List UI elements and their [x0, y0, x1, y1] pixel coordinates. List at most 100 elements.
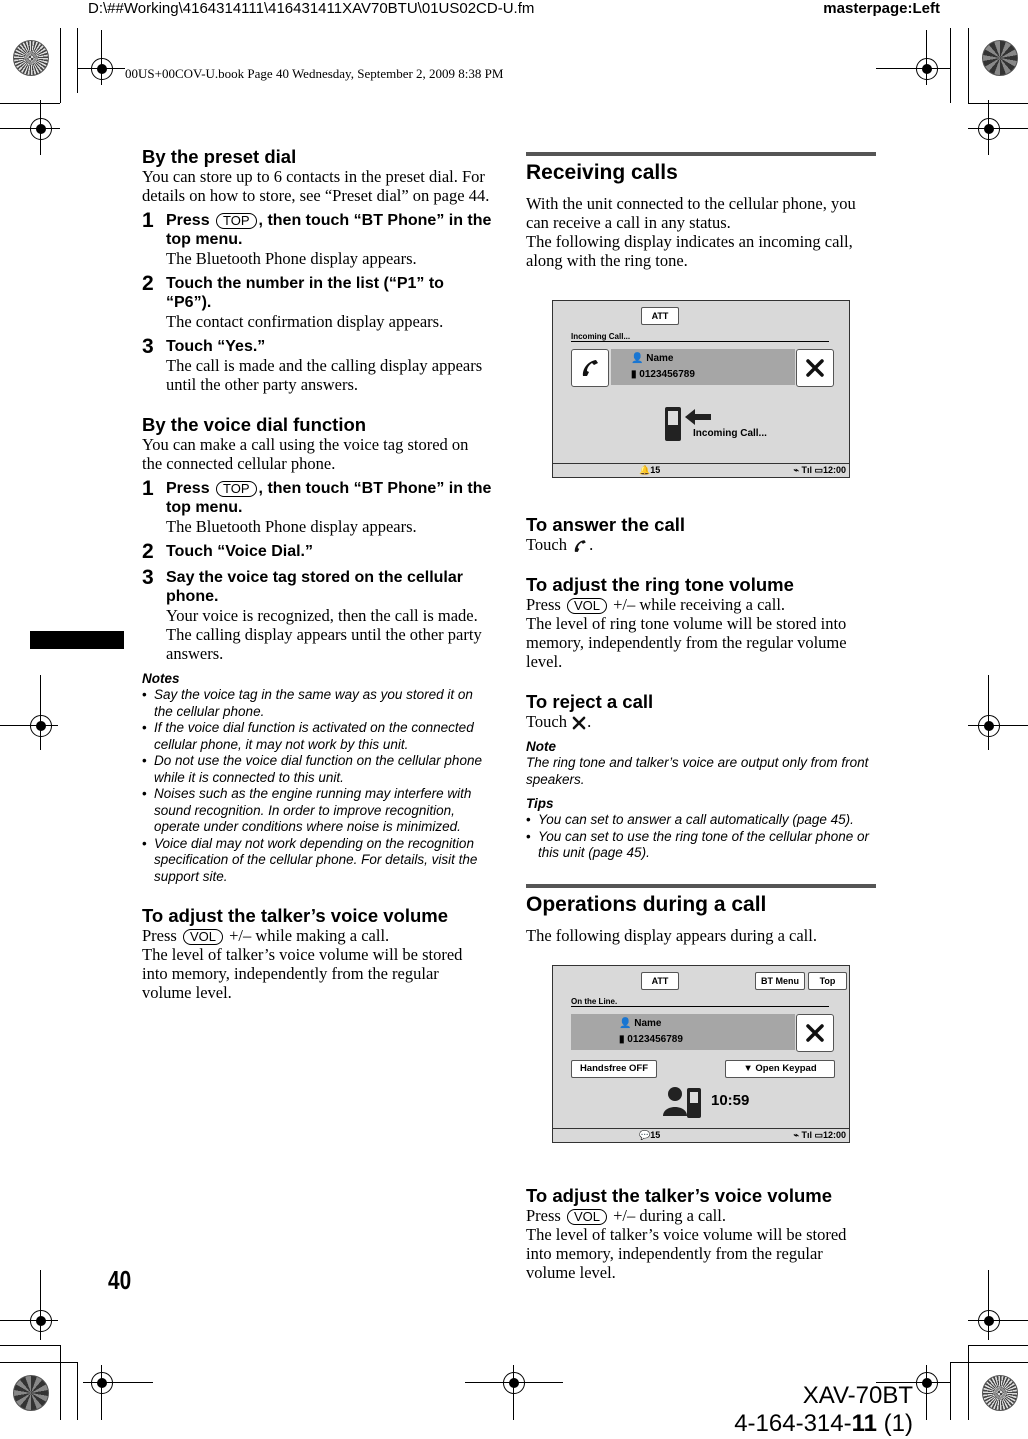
- ring-volume-heading: To adjust the ring tone volume: [526, 574, 794, 596]
- phone-reject-icon: [806, 1024, 824, 1042]
- note-item: Say the voice tag in the same way as you…: [142, 687, 492, 720]
- reject-call-heading: To reject a call: [526, 691, 654, 713]
- part-number: 4-164-314-11 (1): [734, 1410, 913, 1437]
- reject-call-button[interactable]: [796, 349, 834, 387]
- masterpage-label: masterpage:Left: [823, 0, 940, 17]
- screen-status: On the Line.: [571, 996, 618, 1006]
- incoming-call-screen: ATT Incoming Call... 👤 Name ▮ 0123456789…: [552, 300, 850, 478]
- person-icon: 👤: [631, 353, 644, 364]
- section-rule: [526, 883, 876, 888]
- registration-mark-icon: [30, 715, 52, 737]
- step-number: 2: [142, 272, 154, 295]
- tip-item: You can set to use the ring tone of the …: [526, 829, 876, 862]
- end-call-button[interactable]: [796, 1013, 834, 1052]
- preset-dial-heading: By the preset dial: [142, 146, 297, 167]
- file-path: D:\##Working\4164314111\416431411XAV70BT…: [88, 0, 535, 17]
- step-text: , then touch “BT Phone” in the top menu.: [166, 480, 492, 516]
- talker-volume-desc: The level of talker’s voice volume will …: [526, 1224, 847, 1282]
- operations-intro: The following display appears during a c…: [526, 925, 817, 945]
- incoming-call-label: Incoming Call...: [693, 428, 767, 439]
- registration-mark-icon: [503, 1372, 525, 1394]
- top-key: TOP: [216, 481, 257, 497]
- talker-volume-press: Press VOL +/– while making a call.: [142, 926, 492, 945]
- registration-mark-icon: [916, 58, 938, 80]
- registration-mark-icon: [978, 1310, 1000, 1332]
- caller-info: 👤 Name ▮ 0123456789: [611, 349, 795, 385]
- step-title: Touch “Voice Dial.”: [166, 543, 313, 560]
- notes-heading: Notes: [142, 671, 180, 686]
- registration-mark-icon: [916, 1372, 938, 1394]
- screen-status: Incoming Call...: [571, 332, 631, 341]
- caller-info: 👤 Name ▮ 0123456789: [571, 1013, 795, 1050]
- talker-volume-heading: To adjust the talker’s voice volume: [526, 1184, 833, 1206]
- reject-call-text: Touch .: [526, 712, 592, 732]
- step-desc: The calling display appears until the ot…: [166, 625, 482, 663]
- step-number: 2: [142, 540, 154, 563]
- step-desc: Your voice is recognized, then the call …: [166, 606, 478, 625]
- open-keypad-button[interactable]: ▼ Open Keypad: [725, 1059, 835, 1078]
- caller-name: 👤 Name: [631, 353, 674, 364]
- registration-starburst-icon: [13, 1375, 49, 1411]
- mobile-icon: ▮: [619, 1033, 625, 1045]
- phone-answer-icon: [582, 360, 598, 376]
- registration-mark-icon: [978, 715, 1000, 737]
- voice-step-2: 2 Touch “Voice Dial.”: [142, 540, 492, 563]
- bt-menu-button[interactable]: BT Menu: [755, 971, 805, 990]
- step-text: Press: [166, 480, 210, 497]
- handsfree-button[interactable]: Handsfree OFF: [571, 1059, 657, 1078]
- att-button[interactable]: ATT: [641, 307, 679, 325]
- during-call-screen: ATT BT Menu Top On the Line. 👤 Name ▮ 01…: [552, 964, 850, 1143]
- left-column: By the preset dial You can store up to 6…: [142, 146, 492, 1002]
- registration-starburst-icon: [13, 40, 49, 76]
- preset-step-3: 3 Touch “Yes.” The call is made and the …: [142, 335, 492, 394]
- note-item: Voice dial may not work depending on the…: [142, 836, 492, 886]
- answer-call-button[interactable]: [571, 349, 609, 387]
- top-key: TOP: [216, 213, 257, 229]
- att-button[interactable]: ATT: [641, 971, 679, 990]
- caller-name: 👤 Name: [619, 1017, 662, 1029]
- registration-mark-icon: [91, 58, 113, 80]
- registration-mark-icon: [978, 118, 1000, 140]
- step-text: Press: [166, 212, 210, 229]
- step-desc: The contact confirmation display appears…: [166, 312, 444, 331]
- note-text: The ring tone and talker’s voice are out…: [526, 755, 869, 787]
- step-desc: The Bluetooth Phone display appears.: [166, 517, 417, 536]
- message-icon: 💬: [639, 1129, 651, 1140]
- registration-mark-icon: [91, 1372, 113, 1394]
- signal-icon: ⌁ Tıl ▭: [793, 1129, 823, 1140]
- notes-list: Say the voice tag in the same way as you…: [142, 687, 492, 885]
- answer-call-text: Touch .: [526, 535, 594, 554]
- note-item: Do not use the voice dial function on th…: [142, 753, 492, 786]
- incoming-phone-icon: [663, 405, 715, 448]
- phone-reject-icon: [806, 359, 824, 377]
- text: Press: [142, 926, 177, 945]
- registration-mark-icon: [30, 118, 52, 140]
- step-number: 1: [142, 477, 154, 500]
- device-status-bar: 💬15 ⌁ Tıl ▭12:00: [553, 1127, 849, 1142]
- tips-heading: Tips: [526, 796, 554, 812]
- vol-key: VOL: [566, 1208, 607, 1225]
- tips-list: You can set to answer a call automatical…: [526, 812, 876, 862]
- preset-step-2: 2 Touch the number in the list (“P1” to …: [142, 272, 492, 331]
- section-rule: [526, 152, 876, 156]
- page-number: 40: [108, 1265, 132, 1295]
- tip-item: You can set to answer a call automatical…: [526, 812, 876, 829]
- answer-call-heading: To answer the call: [526, 514, 686, 535]
- signal-icon: ⌁ Tıl ▭: [793, 465, 823, 475]
- registration-starburst-icon: [982, 40, 1018, 76]
- step-title: Touch “Yes.”: [166, 338, 266, 355]
- preset-dial-intro: You can store up to 6 contacts in the pr…: [142, 167, 490, 205]
- step-text: , then touch “BT Phone” in the top menu.: [166, 212, 492, 248]
- phone-answer-icon: [574, 540, 586, 553]
- preset-step-1: 1 Press TOP, then touch “BT Phone” in th…: [142, 210, 492, 268]
- top-button[interactable]: Top: [808, 971, 847, 990]
- voice-dial-intro: You can make a call using the voice tag …: [142, 435, 469, 473]
- text: +/– while making a call.: [229, 926, 390, 945]
- ring-volume-desc: The level of ring tone volume will be st…: [526, 614, 847, 672]
- phone-reject-icon: [572, 717, 586, 730]
- voice-step-1: 1 Press TOP, then touch “BT Phone” in th…: [142, 477, 492, 536]
- voice-step-3: 3 Say the voice tag stored on the cellul…: [142, 567, 492, 663]
- step-number: 3: [142, 335, 154, 358]
- step-title: Touch the number in the list (“P1” to “P…: [166, 275, 444, 311]
- call-in-progress-icon: [663, 1084, 705, 1123]
